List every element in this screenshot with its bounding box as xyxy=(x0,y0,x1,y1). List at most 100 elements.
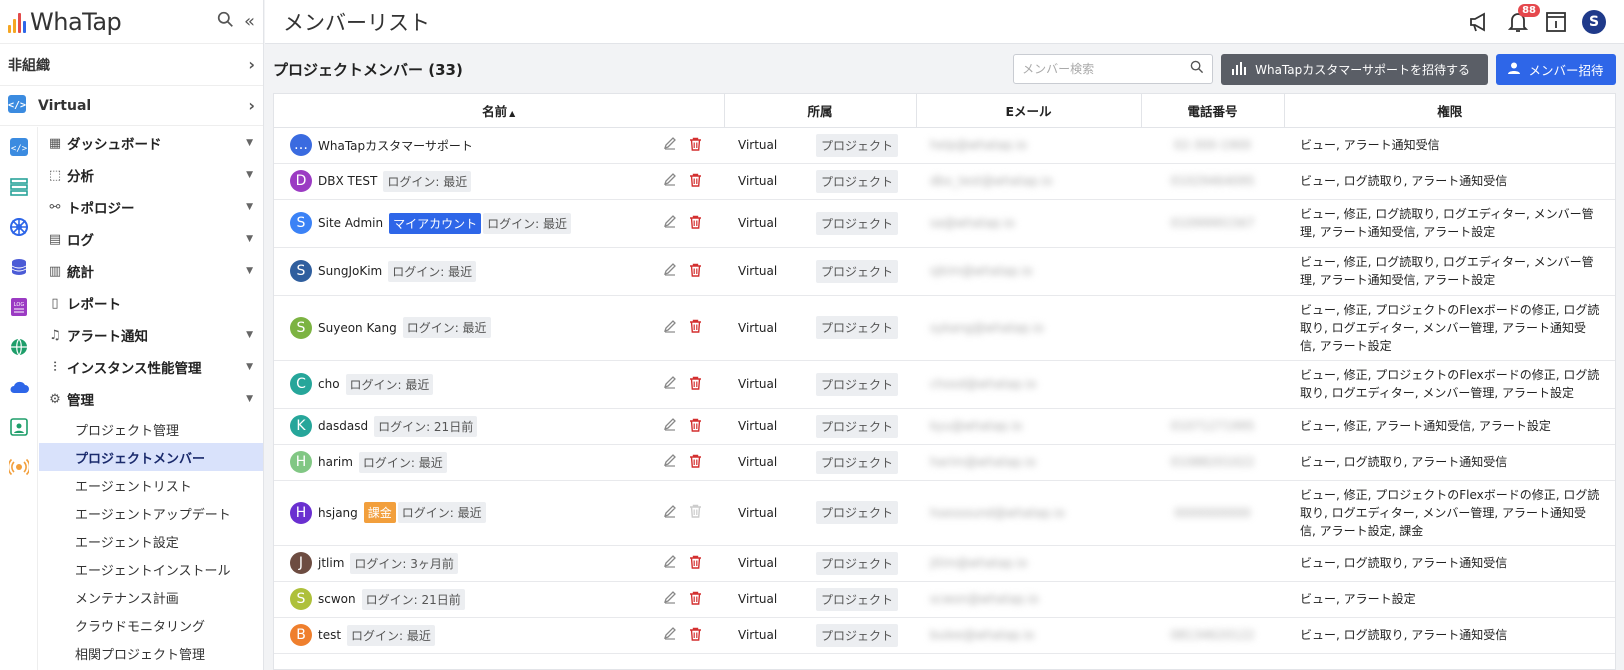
member-name: harim xyxy=(318,455,353,469)
sidebar-subitem-related-projects[interactable]: 相関プロジェクト管理 xyxy=(39,639,263,667)
signal-icon[interactable] xyxy=(0,447,38,487)
delete-icon[interactable] xyxy=(689,591,702,608)
megaphone-icon[interactable] xyxy=(1468,10,1492,34)
invite-support-button[interactable]: WhaTapカスタマーサポートを招待する xyxy=(1221,53,1488,85)
column-header-dept[interactable]: 所属 xyxy=(724,94,917,128)
log-icon[interactable]: LOG xyxy=(0,287,38,327)
globe-icon[interactable] xyxy=(0,327,38,367)
last-login-tag: ログイン: 最近 xyxy=(397,502,486,523)
app-code-icon[interactable]: </> xyxy=(0,127,38,167)
sidebar-menu: ▦ ダッシュボード ▼ ⬚ 分析 ▼ ⚯ トポロジー ▼ ▤ ログ ▼ ▥ 統計 ▼ ▯ レポート ♫… xyxy=(39,127,263,667)
delete-icon[interactable] xyxy=(689,137,702,154)
delete-icon[interactable] xyxy=(689,319,702,336)
sidebar-item-statistics[interactable]: ▥ 統計 ▼ xyxy=(39,255,263,287)
table-row: D DBX TEST ログイン: 最近 Virtual プロジェクト dbx_test@w… xyxy=(274,163,1615,200)
delete-icon[interactable] xyxy=(689,263,702,280)
edit-icon[interactable] xyxy=(663,375,677,393)
search-icon[interactable] xyxy=(1190,60,1204,78)
sidebar-subitem-agent-settings[interactable]: エージェント設定 xyxy=(39,527,263,555)
edit-icon[interactable] xyxy=(663,504,677,522)
dept-name: Virtual xyxy=(738,138,778,152)
avatar: K xyxy=(290,415,312,437)
email-value: bulee@whatap.io xyxy=(930,628,1035,642)
delete-icon xyxy=(689,504,702,521)
sidebar-subitem-cloud-monitoring[interactable]: クラウドモニタリング xyxy=(39,611,263,639)
permission-value: ビュー, ログ読取り, アラート通知受信 xyxy=(1300,628,1508,642)
my-account-badge: マイアカウント xyxy=(389,212,482,234)
edit-icon[interactable] xyxy=(663,319,677,337)
avatar: S xyxy=(290,588,312,610)
kubernetes-icon[interactable] xyxy=(0,207,38,247)
column-header-permission[interactable]: 権限 xyxy=(1284,94,1615,128)
column-header-name[interactable]: 名前 ▲ xyxy=(274,94,725,128)
sidebar-subitem-project-members[interactable]: プロジェクトメンバー xyxy=(39,443,263,471)
search-icon[interactable] xyxy=(217,11,234,33)
delete-icon[interactable] xyxy=(689,418,702,435)
role-tag: プロジェクト xyxy=(816,623,899,647)
sidebar-subitem-agent-list[interactable]: エージェントリスト xyxy=(39,471,263,499)
delete-icon[interactable] xyxy=(689,215,702,232)
edit-icon[interactable] xyxy=(663,172,677,190)
delete-icon[interactable] xyxy=(689,627,702,644)
browser-user-icon[interactable] xyxy=(0,407,38,447)
sidebar-item-instance-performance[interactable]: ⫶ インスタンス性能管理 ▼ xyxy=(39,351,263,383)
delete-icon[interactable] xyxy=(689,454,702,471)
org-selector[interactable]: 非組織 › xyxy=(0,44,263,86)
email-value: dbx_test@whatap.io xyxy=(930,174,1053,188)
report-icon: ▯ xyxy=(51,295,59,311)
permission-value: ビュー, 修正, プロジェクトのFlexボードの修正, ログ読取り, ログエディ… xyxy=(1300,487,1600,538)
last-login-tag: ログイン: 最近 xyxy=(388,260,477,282)
logo-row: WhaTap « xyxy=(0,0,263,44)
sidebar-item-management[interactable]: ⚙ 管理 ▼ xyxy=(39,383,263,415)
dept-name: Virtual xyxy=(738,377,778,391)
main-content: プロジェクトメンバー (33) WhaTapカスタマーサポートを招待する メンバ… xyxy=(265,45,1624,670)
member-name: Suyeon Kang xyxy=(318,320,397,335)
delete-icon[interactable] xyxy=(689,555,702,572)
sidebar-subitem-project-management[interactable]: プロジェクト管理 xyxy=(39,415,263,443)
info-panel-icon[interactable] xyxy=(1544,10,1568,34)
topbar: メンバーリスト 88 S xyxy=(265,0,1624,44)
edit-icon[interactable] xyxy=(663,453,677,471)
avatar: D xyxy=(290,170,312,192)
collapse-sidebar-icon[interactable]: « xyxy=(244,11,255,32)
gear-icon: ⚙ xyxy=(49,391,61,407)
invite-member-button[interactable]: メンバー招待 xyxy=(1496,53,1616,85)
avatar: S xyxy=(290,212,312,234)
phone-value: 01071271995 xyxy=(1170,419,1255,433)
user-avatar[interactable]: S xyxy=(1582,9,1606,34)
avatar: H xyxy=(290,451,312,473)
column-header-phone[interactable]: 電話番号 xyxy=(1141,94,1285,128)
database-icon[interactable] xyxy=(0,247,38,287)
edit-icon[interactable] xyxy=(663,590,677,608)
delete-icon[interactable] xyxy=(689,173,702,190)
table-row: … WhaTapカスタマーサポート Virtual プロジェクト help@whatap… xyxy=(274,127,1615,164)
edit-icon[interactable] xyxy=(663,136,677,154)
project-selector[interactable]: </> Virtual › xyxy=(0,86,263,126)
sidebar-item-analysis[interactable]: ⬚ 分析 ▼ xyxy=(39,159,263,191)
delete-icon[interactable] xyxy=(689,376,702,393)
cloud-icon[interactable] xyxy=(0,367,38,407)
role-tag: プロジェクト xyxy=(816,501,899,524)
dept-name: Virtual xyxy=(738,505,778,520)
sidebar-item-log[interactable]: ▤ ログ ▼ xyxy=(39,223,263,255)
sidebar-subitem-maintenance[interactable]: メンテナンス計画 xyxy=(39,583,263,611)
sidebar-item-report[interactable]: ▯ レポート xyxy=(39,287,263,319)
edit-icon[interactable] xyxy=(663,214,677,232)
sidebar-item-dashboard[interactable]: ▦ ダッシュボード ▼ xyxy=(39,127,263,159)
permission-value: ビュー, 修正, ログ読取り, ログエディター, メンバー管理, アラート通知受… xyxy=(1300,255,1594,287)
bell-icon[interactable]: 88 xyxy=(1506,3,1540,34)
edit-icon[interactable] xyxy=(663,417,677,435)
permission-value: ビュー, ログ読取り, アラート通知受信 xyxy=(1300,174,1508,188)
server-icon[interactable] xyxy=(0,167,38,207)
edit-icon[interactable] xyxy=(663,626,677,644)
toolbar: プロジェクトメンバー (33) WhaTapカスタマーサポートを招待する メンバ… xyxy=(265,45,1624,93)
edit-icon[interactable] xyxy=(663,554,677,572)
sidebar-subitem-agent-install[interactable]: エージェントインストール xyxy=(39,555,263,583)
sidebar-item-topology[interactable]: ⚯ トポロジー ▼ xyxy=(39,191,263,223)
edit-icon[interactable] xyxy=(663,262,677,280)
column-header-email[interactable]: Eメール xyxy=(916,94,1142,128)
sidebar-subitem-agent-update[interactable]: エージェントアップデート xyxy=(39,499,263,527)
member-search-input[interactable] xyxy=(1022,62,1191,76)
sidebar-item-alert[interactable]: ♫ アラート通知 ▼ xyxy=(39,319,263,351)
last-login-tag: ログイン: 最近 xyxy=(345,373,434,395)
